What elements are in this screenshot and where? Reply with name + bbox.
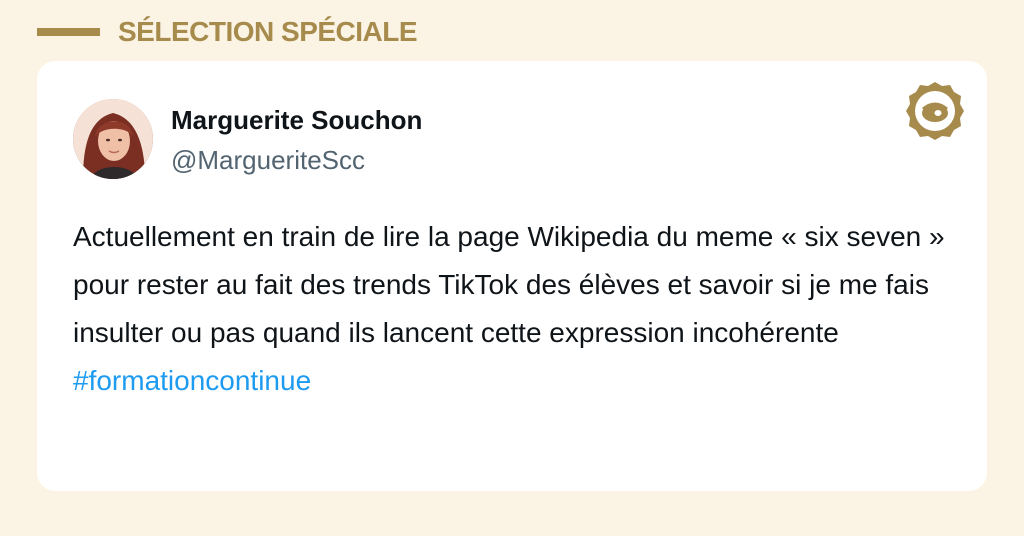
section-header: SÉLECTION SPÉCIALE [37, 12, 418, 52]
tweet-body: Actuellement en train de lire la page Wi… [73, 213, 953, 405]
tweet-card: Marguerite Souchon @MargueriteScc Actuel… [37, 61, 987, 491]
header-accent-bar [37, 28, 100, 36]
avatar-photo-icon [73, 99, 153, 179]
author-name[interactable]: Marguerite Souchon [171, 103, 422, 137]
author-handle[interactable]: @MargueriteScc [171, 143, 365, 177]
section-title: SÉLECTION SPÉCIALE [118, 16, 418, 47]
seal-logo-icon [903, 79, 967, 143]
author-avatar[interactable] [73, 99, 153, 179]
tweet-text: Actuellement en train de lire la page Wi… [73, 221, 945, 348]
hashtag-link[interactable]: #formationcontinue [73, 357, 953, 405]
